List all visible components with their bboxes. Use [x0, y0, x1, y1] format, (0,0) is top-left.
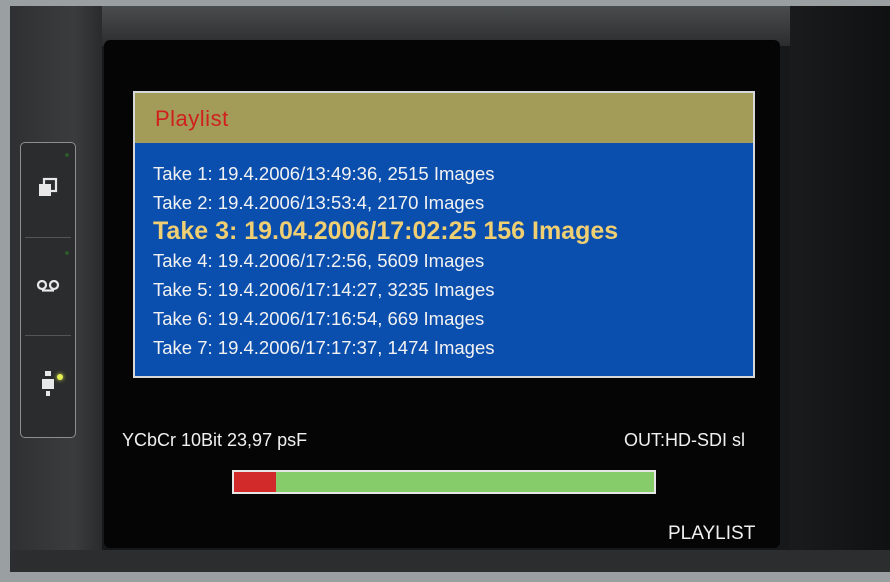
take-item[interactable]: Take 2: 19.4.2006/13:53:4, 2170 Images: [153, 188, 618, 217]
output-label: OUT:HD-SDI sl: [624, 430, 745, 450]
playlist-panel: Playlist Take 1: 19.4.2006/13:49:36, 251…: [133, 91, 755, 378]
panel-divider: [25, 335, 71, 336]
tape-button[interactable]: [27, 241, 69, 331]
usb-button[interactable]: [27, 339, 69, 429]
usb-led: [57, 374, 63, 380]
video-format-label: YCbCr 10Bit 23,97 psF: [122, 430, 308, 450]
copy-button[interactable]: [27, 143, 69, 233]
take-item[interactable]: Take 5: 19.4.2006/17:14:27, 3235 Images: [153, 275, 618, 304]
side-button-panel: [20, 142, 76, 438]
tape-icon: [36, 279, 60, 292]
device-photo: Playlist Take 1: 19.4.2006/13:49:36, 251…: [0, 0, 890, 582]
mode-label: PLAYLIST: [668, 523, 756, 544]
panel-divider: [25, 237, 71, 238]
device-bottom-bezel: [10, 550, 890, 572]
copy-led: [65, 153, 69, 157]
device-right-panel: [790, 6, 890, 572]
take-list: Take 1: 19.4.2006/13:49:36, 2515 Images T…: [153, 159, 618, 362]
take-item-selected[interactable]: Take 3: 19.04.2006/17:02:25 156 Images: [153, 217, 618, 246]
usb-icon: [42, 371, 54, 396]
take-item[interactable]: Take 1: 19.4.2006/13:49:36, 2515 Images: [153, 159, 618, 188]
progress-bar: [232, 470, 656, 494]
take-item[interactable]: Take 4: 19.4.2006/17:2:56, 5609 Images: [153, 246, 618, 275]
copy-icon: [39, 177, 58, 196]
progress-fill: [234, 472, 276, 492]
tape-led: [65, 251, 69, 255]
playlist-header: Playlist: [135, 93, 753, 143]
playlist-title: Playlist: [155, 106, 229, 131]
take-item[interactable]: Take 7: 19.4.2006/17:17:37, 1474 Images: [153, 333, 618, 362]
take-item[interactable]: Take 6: 19.4.2006/17:16:54, 669 Images: [153, 304, 618, 333]
